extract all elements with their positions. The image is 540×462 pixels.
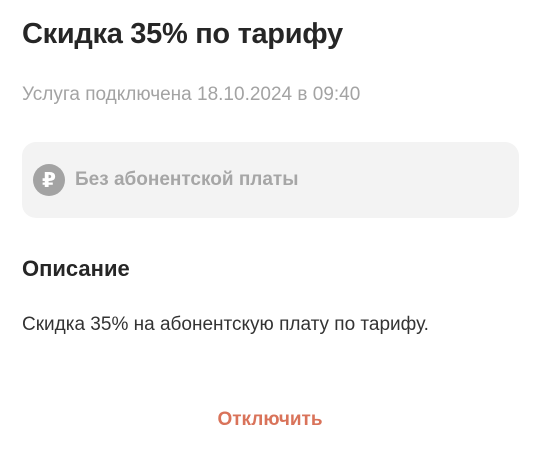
page-title: Скидка 35% по тарифу bbox=[22, 18, 343, 50]
connection-date: Услуга подключена 18.10.2024 в 09:40 bbox=[22, 84, 361, 105]
description-heading: Описание bbox=[22, 256, 130, 281]
disable-button[interactable]: Отключить bbox=[0, 402, 540, 438]
description-text: Скидка 35% на абонентскую плату по тариф… bbox=[22, 314, 429, 335]
ruble-icon: ₽ bbox=[33, 164, 65, 196]
fee-card: ₽ Без абонентской платы bbox=[22, 142, 519, 218]
fee-label: Без абонентской платы bbox=[75, 169, 299, 190]
